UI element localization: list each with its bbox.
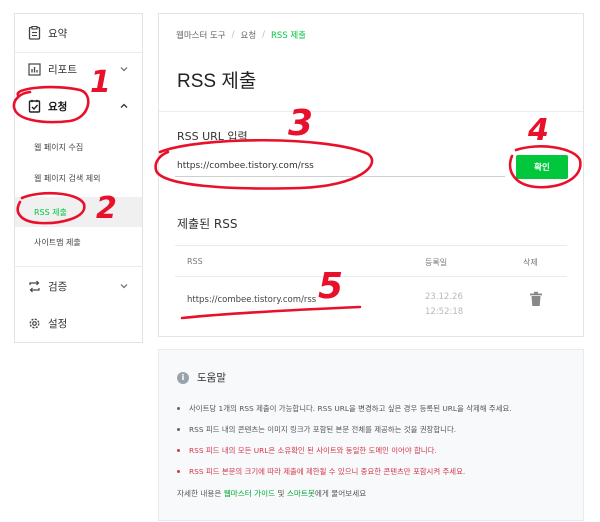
rss-url-cell: https://combee.tistory.com/rss	[187, 295, 317, 305]
main-panel: 웹마스터 도구 / 요청 / RSS 제출 RSS 제출 RSS URL 입력 …	[158, 13, 584, 337]
page-title: RSS 제출	[177, 71, 257, 92]
breadcrumb-link-request[interactable]: 요청	[241, 29, 257, 41]
info-icon: i	[177, 371, 189, 384]
bullet-icon	[177, 428, 180, 431]
divider	[15, 266, 142, 267]
nav-item-summary[interactable]: 요약	[15, 20, 142, 46]
help-list: 사이트당 1개의 RSS 제출이 가능합니다. RSS URL을 변경하고 싶은…	[177, 398, 512, 482]
divider	[15, 52, 142, 53]
help-footer-text: 자세한 내용은	[177, 489, 224, 498]
nav-item-label: 검증	[48, 280, 68, 293]
breadcrumb: 웹마스터 도구 / 요청 / RSS 제출	[176, 29, 306, 41]
smartbot-link[interactable]: 스마트봇	[287, 489, 315, 498]
webmaster-guide-link[interactable]: 웹마스터 가이드	[224, 489, 275, 498]
bullet-icon	[177, 449, 180, 452]
help-text: 사이트당 1개의 RSS 제출이 가능합니다. RSS URL을 변경하고 싶은…	[189, 404, 512, 413]
subitem-page-exclude[interactable]: 웹 페이지 검색 제외	[15, 166, 142, 190]
help-text: RSS 피드 내의 콘텐츠는 이미지 링크가 포함된 본문 전체를 제공하는 것…	[189, 425, 457, 434]
divider	[159, 111, 583, 112]
subitem-rss-submit[interactable]: RSS 제출	[15, 197, 142, 227]
help-item: RSS 피드 내의 콘텐츠는 이미지 링크가 포함된 본문 전체를 제공하는 것…	[177, 419, 512, 440]
nav-item-label: 리포트	[48, 63, 77, 76]
nav-item-verify[interactable]: 검증	[15, 273, 142, 299]
help-box: i 도움말 사이트당 1개의 RSS 제출이 가능합니다. RSS URL을 변…	[158, 349, 584, 521]
breadcrumb-link-webmaster[interactable]: 웹마스터 도구	[176, 29, 226, 41]
breadcrumb-separator: /	[231, 30, 235, 40]
nav-item-label: 요약	[48, 27, 68, 40]
trash-icon[interactable]	[529, 291, 543, 307]
chart-icon	[27, 62, 41, 76]
breadcrumb-current: RSS 제출	[271, 31, 307, 41]
help-title: 도움말	[197, 372, 226, 384]
help-footer-text: 에게 물어보세요	[314, 489, 367, 498]
gear-icon	[27, 316, 41, 330]
nav-item-settings[interactable]: 설정	[15, 310, 142, 336]
column-header-delete: 삭제	[523, 258, 538, 267]
subitem-sitemap-submit[interactable]: 사이트맵 제출	[15, 230, 142, 254]
chevron-up-icon	[120, 103, 128, 108]
rss-url-label: RSS URL 입력	[177, 130, 248, 143]
nav-item-report[interactable]: 리포트	[15, 56, 142, 82]
document-icon	[27, 26, 41, 40]
table-header: RSS 등록일 삭제	[175, 245, 567, 277]
column-header-rss: RSS	[187, 257, 203, 266]
help-item-warning: RSS 피드 내의 모든 URL은 소유확인 된 사이트와 동일한 도메인 이어…	[177, 440, 512, 461]
confirm-button[interactable]: 확인	[516, 155, 568, 179]
nav-item-label: 요청	[48, 100, 68, 113]
bullet-icon	[177, 470, 180, 473]
help-header: i 도움말	[177, 370, 226, 385]
help-item-warning: RSS 피드 본문의 크기에 따라 제출에 제한될 수 있으니 중요한 콘텐츠만…	[177, 461, 512, 482]
chevron-down-icon	[120, 67, 128, 72]
breadcrumb-separator: /	[262, 30, 266, 40]
help-footer-text: 및	[275, 489, 287, 498]
help-footer: 자세한 내용은 웹마스터 가이드 및 스마트봇에게 물어보세요	[177, 488, 366, 499]
repeat-icon	[27, 279, 41, 293]
nav-item-request[interactable]: 요청	[15, 93, 142, 119]
date-cell: 23.12.26 12:52:18	[425, 292, 464, 317]
column-header-date: 등록일	[425, 258, 448, 267]
bullet-icon	[177, 407, 180, 410]
nav-item-label: 설정	[48, 317, 68, 330]
table-row: https://combee.tistory.com/rss 23.12.26 …	[175, 277, 567, 323]
chevron-down-icon	[120, 284, 128, 289]
subitem-page-collect[interactable]: 웹 페이지 수집	[15, 135, 142, 159]
help-text: RSS 피드 본문의 크기에 따라 제출에 제한될 수 있으니 중요한 콘텐츠만…	[189, 467, 466, 476]
rss-url-input[interactable]	[175, 155, 505, 177]
checklist-icon	[27, 99, 41, 113]
help-item: 사이트당 1개의 RSS 제출이 가능합니다. RSS URL을 변경하고 싶은…	[177, 398, 512, 419]
sidebar: 요약 리포트 요청 웹 페이지 수집 웹 페이지 검색 제외 RSS 제출 사이…	[14, 13, 143, 343]
submitted-rss-title: 제출된 RSS	[177, 217, 238, 231]
help-text: RSS 피드 내의 모든 URL은 소유확인 된 사이트와 동일한 도메인 이어…	[189, 446, 437, 455]
